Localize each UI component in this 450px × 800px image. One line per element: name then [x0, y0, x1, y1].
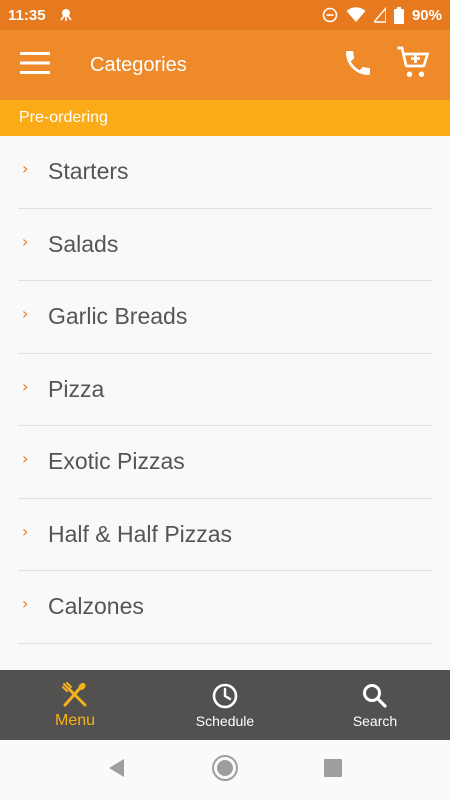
home-button[interactable]: [171, 740, 279, 800]
battery-icon: [393, 6, 404, 24]
chevron-right-icon: ›: [22, 449, 29, 469]
phone-icon: [342, 47, 374, 84]
nav-schedule-label: Schedule: [195, 713, 255, 729]
nav-search[interactable]: Search: [300, 670, 450, 740]
wifi-icon: [346, 7, 366, 23]
category-item[interactable]: › Pizza: [18, 354, 432, 426]
category-item[interactable]: › Calzones: [18, 571, 432, 644]
category-label: Exotic Pizzas: [48, 448, 185, 475]
category-item[interactable]: › Salads: [18, 209, 432, 281]
category-label: Half & Half Pizzas: [48, 520, 233, 547]
category-list: › Starters › Salads › Garlic Breads › Pi…: [0, 136, 450, 670]
system-nav-bar: [0, 740, 450, 800]
status-bar: 11:35 90%: [0, 0, 450, 30]
category-label: Pizza: [48, 375, 105, 402]
do-not-disturb-icon: [322, 7, 338, 23]
chevron-right-icon: ›: [22, 521, 29, 541]
preorder-text: Pre-ordering: [19, 109, 108, 126]
nav-menu-label: Menu: [54, 712, 96, 729]
category-label: Starters: [48, 158, 129, 185]
home-circle-icon: [211, 754, 239, 787]
category-item[interactable]: › Half & Half Pizzas: [18, 499, 432, 571]
category-label: Salads: [48, 230, 119, 257]
preorder-banner: Pre-ordering: [0, 100, 450, 136]
back-button[interactable]: [63, 740, 171, 800]
chevron-right-icon: ›: [22, 231, 29, 251]
recents-square-icon: [323, 758, 343, 783]
chevron-right-icon: ›: [22, 376, 29, 396]
call-button[interactable]: [330, 30, 386, 100]
chevron-right-icon: ›: [22, 159, 29, 179]
notification-icon: [58, 7, 74, 23]
bottom-nav: Menu Schedule Search: [0, 670, 450, 740]
clock-icon: [211, 681, 239, 711]
category-item[interactable]: › Exotic Pizzas: [18, 426, 432, 499]
cart-icon: [396, 45, 432, 86]
hamburger-menu-button[interactable]: [0, 30, 70, 100]
recents-button[interactable]: [279, 740, 387, 800]
category-label: Calzones: [48, 593, 144, 620]
category-item[interactable]: › Garlic Breads: [18, 281, 432, 354]
app-bar: Categories: [0, 30, 450, 100]
status-time: 11:35: [8, 6, 46, 24]
utensils-icon: [61, 680, 89, 710]
nav-search-label: Search: [352, 713, 398, 729]
back-triangle-icon: [106, 757, 128, 784]
page-title: Categories: [90, 53, 187, 76]
cart-button[interactable]: [386, 30, 442, 100]
category-label: Garlic Breads: [48, 303, 188, 330]
category-item[interactable]: › Starters: [18, 136, 432, 209]
chevron-right-icon: ›: [22, 594, 29, 614]
chevron-right-icon: ›: [22, 304, 29, 324]
hamburger-icon: [20, 51, 50, 79]
nav-schedule[interactable]: Schedule: [150, 670, 300, 740]
signal-icon: [373, 7, 386, 23]
search-icon: [361, 681, 389, 711]
nav-menu[interactable]: Menu: [0, 670, 150, 740]
battery-percent: 90%: [411, 6, 442, 24]
